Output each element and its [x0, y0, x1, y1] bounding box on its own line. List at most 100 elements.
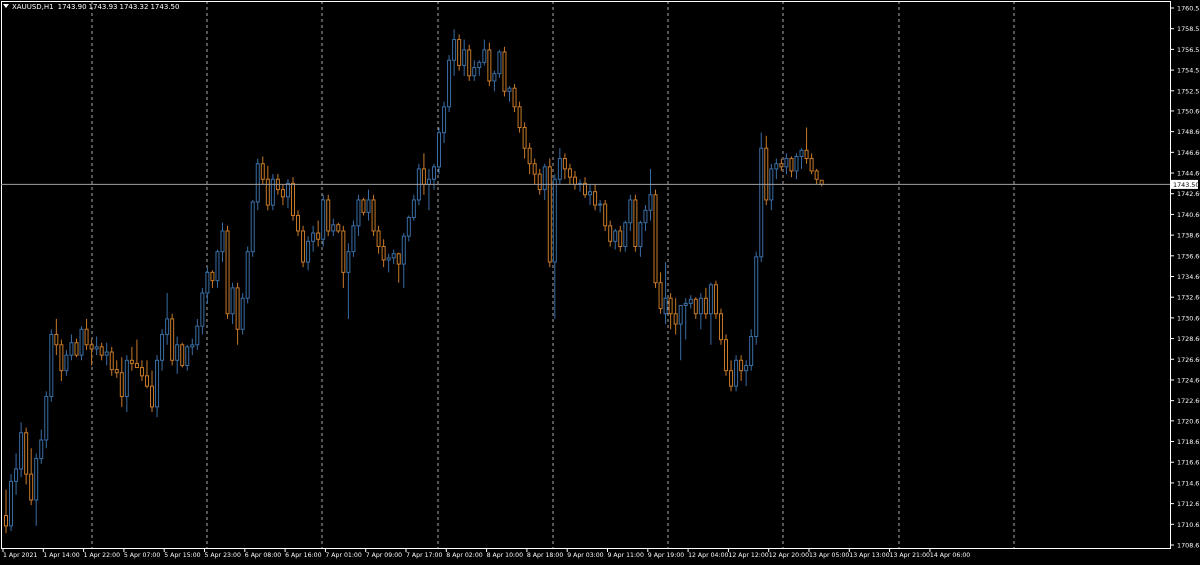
- candle-body: [658, 282, 663, 310]
- candle-body: [225, 230, 230, 315]
- candle-body: [376, 230, 381, 247]
- candle-body: [567, 168, 572, 178]
- candle-body: [336, 224, 341, 232]
- candle-body: [44, 396, 49, 441]
- candle-body: [678, 304, 683, 325]
- y-tick-label: 1716.65: [1177, 459, 1200, 467]
- candle-body: [598, 203, 603, 206]
- x-tick-label: 8 Apr 02:00: [446, 552, 482, 559]
- candle-body: [517, 106, 522, 129]
- candle-body: [703, 297, 708, 315]
- price-chart[interactable]: 1760.55 1758.55 1756.55 1754.55 1752.55 1750.…: [0, 0, 1200, 561]
- candle-body: [653, 194, 658, 284]
- candle-body: [799, 149, 804, 157]
- candle-body: [502, 51, 507, 92]
- ohlc-low: 1743.32: [119, 3, 149, 11]
- candle-body: [754, 256, 759, 338]
- chart-window[interactable]: 1760.55 1758.55 1756.55 1754.55 1752.55 1750.…: [0, 0, 1200, 561]
- candle-body: [391, 253, 396, 259]
- candle-body: [814, 170, 819, 180]
- candle-body: [104, 351, 109, 356]
- candle-body: [789, 158, 794, 172]
- candle-body: [638, 222, 643, 247]
- candle-body: [150, 385, 155, 408]
- candle-body: [265, 178, 270, 206]
- x-tick-label: 7 Apr 01:00: [325, 552, 361, 559]
- candle-body: [255, 163, 260, 203]
- candle-body: [527, 147, 532, 165]
- y-tick-label: 1730.60: [1177, 314, 1200, 322]
- candle-body: [311, 232, 316, 242]
- candle-body: [356, 199, 361, 227]
- y-tick-label: 1742.60: [1177, 190, 1200, 198]
- candle-body: [321, 199, 326, 240]
- y-tick-label: 1720.65: [1177, 417, 1200, 425]
- x-tick-label: 1 Apr 2021: [3, 552, 37, 559]
- candle-body: [477, 61, 482, 68]
- candle-body: [29, 473, 34, 501]
- x-tick-label: 6 Apr 16:00: [285, 552, 321, 559]
- candle-body: [447, 59, 452, 108]
- y-tick-label: 1752.55: [1177, 87, 1200, 95]
- candle-body: [290, 182, 295, 216]
- candle-body: [708, 284, 713, 315]
- candle-body: [713, 284, 718, 315]
- y-tick-label: 1734.60: [1177, 273, 1200, 281]
- symbol-dropdown-icon[interactable]: [3, 4, 9, 8]
- y-tick-label: 1756.55: [1177, 46, 1200, 54]
- candle-body: [381, 245, 386, 261]
- candle-body: [114, 369, 119, 374]
- x-tick-label: 7 Apr 17:00: [406, 552, 442, 559]
- y-tick-label: 1758.55: [1177, 25, 1200, 33]
- candle-body: [109, 351, 114, 371]
- candle-body: [688, 298, 693, 304]
- x-tick-label: 9 Apr 19:00: [648, 552, 684, 559]
- candle-body: [245, 251, 250, 299]
- candle-body: [396, 253, 401, 265]
- candle-body: [316, 232, 321, 240]
- candle-body: [134, 362, 139, 369]
- candle-body: [633, 199, 638, 247]
- candle-body: [467, 49, 472, 77]
- y-tick-label: 1714.65: [1177, 479, 1200, 487]
- candle-body: [306, 240, 311, 263]
- candle-body: [487, 49, 492, 82]
- current-price-label: 1743.50: [1173, 181, 1199, 189]
- candle-body: [431, 166, 436, 180]
- candle-body: [734, 359, 739, 387]
- candle-body: [623, 222, 628, 247]
- candle-body: [749, 336, 754, 366]
- candle-body: [220, 230, 225, 253]
- candle-body: [512, 87, 517, 108]
- candle-body: [547, 166, 552, 263]
- candle-body: [190, 344, 195, 348]
- candle-body: [537, 173, 542, 191]
- y-tick-label: 1728.60: [1177, 335, 1200, 343]
- candle-body: [205, 271, 210, 294]
- candle-body: [784, 158, 789, 168]
- candle-body: [593, 191, 598, 206]
- y-tick-label: 1760.55: [1177, 5, 1200, 13]
- candle-body: [759, 147, 764, 258]
- candle-body: [497, 51, 502, 75]
- candle-body: [452, 39, 457, 61]
- candle-body: [401, 235, 406, 265]
- candle-body: [195, 325, 200, 346]
- candle-body: [155, 359, 160, 408]
- candle-body: [532, 163, 537, 175]
- candle-body: [673, 313, 678, 325]
- candle-body: [79, 328, 84, 356]
- x-tick-label: 6 Apr 08:00: [245, 552, 281, 559]
- candle-body: [663, 297, 668, 315]
- candle-body: [139, 367, 144, 377]
- candle-body: [39, 439, 44, 460]
- candle-body: [809, 158, 814, 172]
- y-tick-label: 1712.65: [1177, 500, 1200, 508]
- chart-info-bar: XAUUSD,H1 1743.90 1743.93 1743.32 1743.50: [3, 1, 185, 13]
- candle-body: [64, 354, 69, 372]
- candle-body: [351, 225, 356, 253]
- candle-body: [94, 346, 99, 350]
- y-tick-label: 1750.60: [1177, 107, 1200, 115]
- candle-body: [54, 333, 59, 346]
- x-tick-label: 1 Apr 14:00: [43, 552, 79, 559]
